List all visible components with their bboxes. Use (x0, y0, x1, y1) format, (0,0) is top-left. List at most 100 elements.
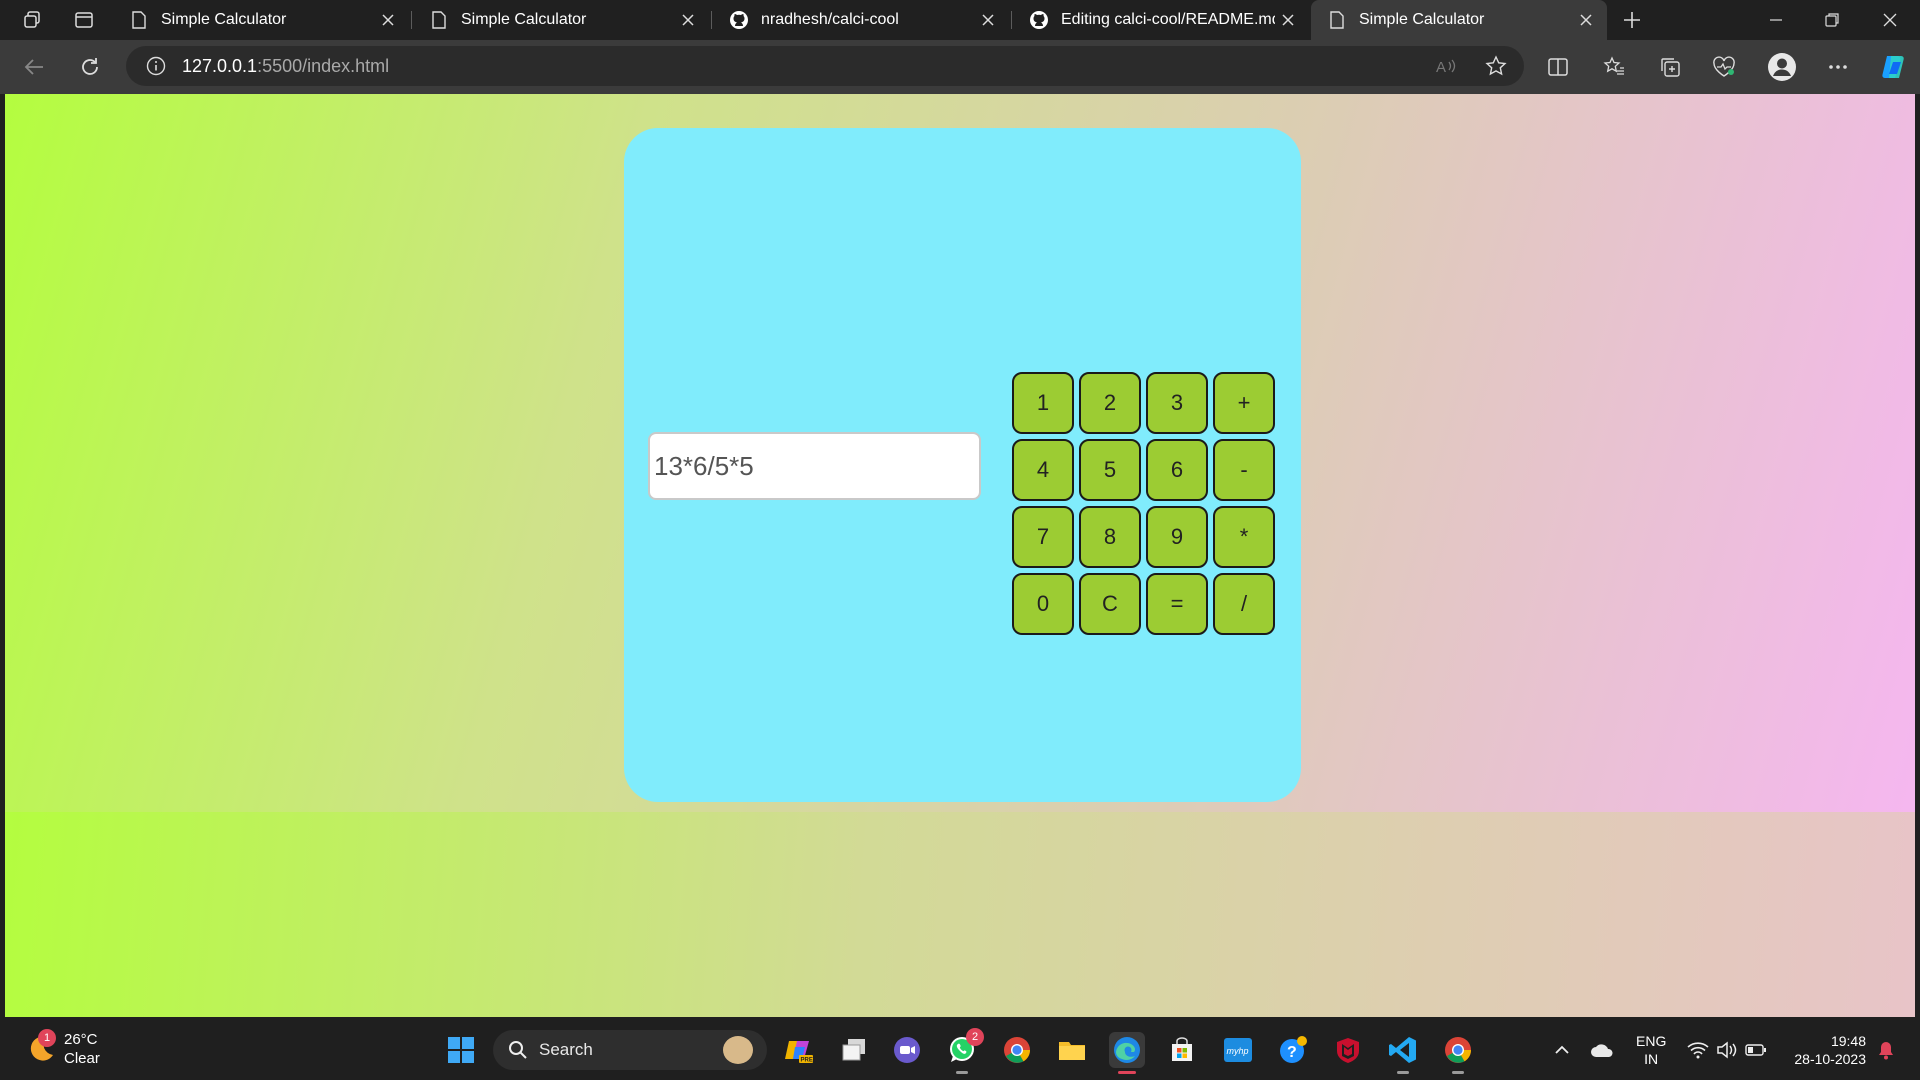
github-icon (1029, 10, 1049, 30)
tab-title: Simple Calculator (461, 11, 587, 28)
tab-simple-calculator-active[interactable]: Simple Calculator (1311, 0, 1607, 40)
weather-temp: 26°C (64, 1031, 98, 1048)
restore-icon (1825, 13, 1839, 27)
chevron-up-icon (1555, 1045, 1569, 1054)
tab-simple-calculator-2[interactable]: Simple Calculator (413, 0, 709, 40)
weather-widget[interactable]: 1 26°C Clear (24, 1029, 100, 1068)
start-button[interactable] (443, 1032, 479, 1068)
key-equals[interactable]: = (1146, 573, 1208, 635)
split-screen-button[interactable] (1540, 49, 1576, 85)
edge-app[interactable] (1109, 1032, 1145, 1074)
myhp-app[interactable]: myhp (1220, 1032, 1256, 1068)
key-0[interactable]: 0 (1012, 573, 1074, 635)
tab-title: Editing calci-cool/README.md at (1061, 11, 1275, 28)
tab-divider (1011, 11, 1012, 29)
url-text[interactable]: 127.0.0.1:5500/index.html (182, 56, 389, 77)
page-viewport: 13*6/5*5 1 2 3 + 4 5 6 - 7 8 9 * 0 C = / (5, 94, 1915, 1017)
svg-text:myhp: myhp (1227, 1046, 1249, 1056)
tab-title: Simple Calculator (1359, 11, 1485, 28)
page-icon (429, 10, 449, 30)
wifi-icon[interactable] (1684, 1034, 1712, 1066)
close-icon[interactable] (975, 7, 1001, 33)
minimize-icon (1770, 19, 1782, 21)
key-6[interactable]: 6 (1146, 439, 1208, 501)
tab-title: nradhesh/calci-cool (761, 11, 899, 28)
calculator-keypad: 1 2 3 + 4 5 6 - 7 8 9 * 0 C = / (1012, 372, 1275, 635)
key-multiply[interactable]: * (1213, 506, 1275, 568)
key-plus[interactable]: + (1213, 372, 1275, 434)
tab-github-repo[interactable]: nradhesh/calci-cool (713, 0, 1009, 40)
key-3[interactable]: 3 (1146, 372, 1208, 434)
volume-icon[interactable] (1713, 1034, 1741, 1066)
get-help-app[interactable]: ? (1275, 1032, 1311, 1068)
key-4[interactable]: 4 (1012, 439, 1074, 501)
tab-simple-calculator-1[interactable]: Simple Calculator (113, 0, 409, 40)
taskbar-search[interactable]: Search (493, 1030, 767, 1070)
tab-divider (411, 11, 412, 29)
workspaces-icon[interactable] (16, 6, 48, 34)
show-hidden-icons-button[interactable] (1548, 1034, 1576, 1066)
vscode-app[interactable] (1385, 1032, 1421, 1074)
key-2[interactable]: 2 (1079, 372, 1141, 434)
chrome-app[interactable] (999, 1032, 1035, 1068)
key-5[interactable]: 5 (1079, 439, 1141, 501)
whatsapp-app[interactable]: 2 (944, 1028, 984, 1074)
close-icon[interactable] (1275, 7, 1301, 33)
key-divide[interactable]: / (1213, 573, 1275, 635)
new-tab-button[interactable] (1616, 6, 1648, 34)
chrome-app-2[interactable] (1440, 1032, 1476, 1074)
key-clear[interactable]: C (1079, 573, 1141, 635)
refresh-icon (82, 58, 98, 75)
teams-meet-app[interactable] (889, 1032, 925, 1068)
copilot-preview-app[interactable]: PRE (780, 1032, 816, 1068)
weather-condition: Clear (64, 1050, 100, 1067)
language-indicator[interactable]: ENG IN (1636, 1032, 1666, 1068)
browser-essentials-button[interactable] (1706, 49, 1742, 85)
running-indicator (956, 1071, 968, 1074)
more-dots-icon (1829, 65, 1847, 69)
browser-toolbar: 127.0.0.1:5500/index.html A (0, 40, 1920, 94)
close-icon[interactable] (675, 7, 701, 33)
calculator-display-input[interactable]: 13*6/5*5 (648, 432, 981, 500)
copilot-button[interactable] (1876, 49, 1912, 85)
read-aloud-icon[interactable]: A (1430, 50, 1462, 82)
tab-github-editing[interactable]: Editing calci-cool/README.md at (1013, 0, 1309, 40)
microsoft-store-app[interactable] (1164, 1032, 1200, 1068)
refresh-button[interactable] (72, 49, 108, 85)
info-icon[interactable] (144, 54, 168, 78)
close-icon[interactable] (375, 7, 401, 33)
key-7[interactable]: 7 (1012, 506, 1074, 568)
notifications-bell-icon[interactable] (1872, 1034, 1900, 1066)
svg-text:A: A (1436, 59, 1446, 76)
onedrive-icon[interactable] (1588, 1034, 1616, 1066)
profile-button[interactable] (1764, 49, 1800, 85)
whatsapp-badge: 2 (966, 1028, 984, 1046)
task-view-app[interactable] (836, 1032, 872, 1068)
system-clock[interactable]: 19:48 28-10-2023 (1786, 1032, 1866, 1068)
key-9[interactable]: 9 (1146, 506, 1208, 568)
favorites-button[interactable] (1596, 49, 1632, 85)
key-minus[interactable]: - (1213, 439, 1275, 501)
battery-icon[interactable] (1742, 1034, 1770, 1066)
video-call-icon (894, 1037, 920, 1063)
key-8[interactable]: 8 (1079, 506, 1141, 568)
file-explorer-app[interactable] (1054, 1032, 1090, 1068)
mcafee-app[interactable] (1330, 1032, 1366, 1068)
close-icon[interactable] (1573, 7, 1599, 33)
chrome-icon (1445, 1037, 1472, 1063)
favorite-star-icon[interactable] (1480, 50, 1512, 82)
key-1[interactable]: 1 (1012, 372, 1074, 434)
back-button[interactable] (16, 49, 52, 85)
settings-more-button[interactable] (1820, 49, 1856, 85)
myhp-icon: myhp (1224, 1038, 1252, 1062)
mcafee-shield-icon (1337, 1038, 1359, 1063)
tab-actions-icon[interactable] (68, 6, 100, 34)
windows-logo-icon (448, 1037, 474, 1063)
search-label: Search (539, 1040, 593, 1059)
restore-button[interactable] (1804, 0, 1860, 40)
close-window-button[interactable] (1862, 0, 1918, 40)
minimize-button[interactable] (1748, 0, 1804, 40)
collections-button[interactable] (1652, 49, 1688, 85)
lang-code: ENG (1636, 1033, 1667, 1049)
address-bar[interactable]: 127.0.0.1:5500/index.html A (126, 46, 1524, 86)
